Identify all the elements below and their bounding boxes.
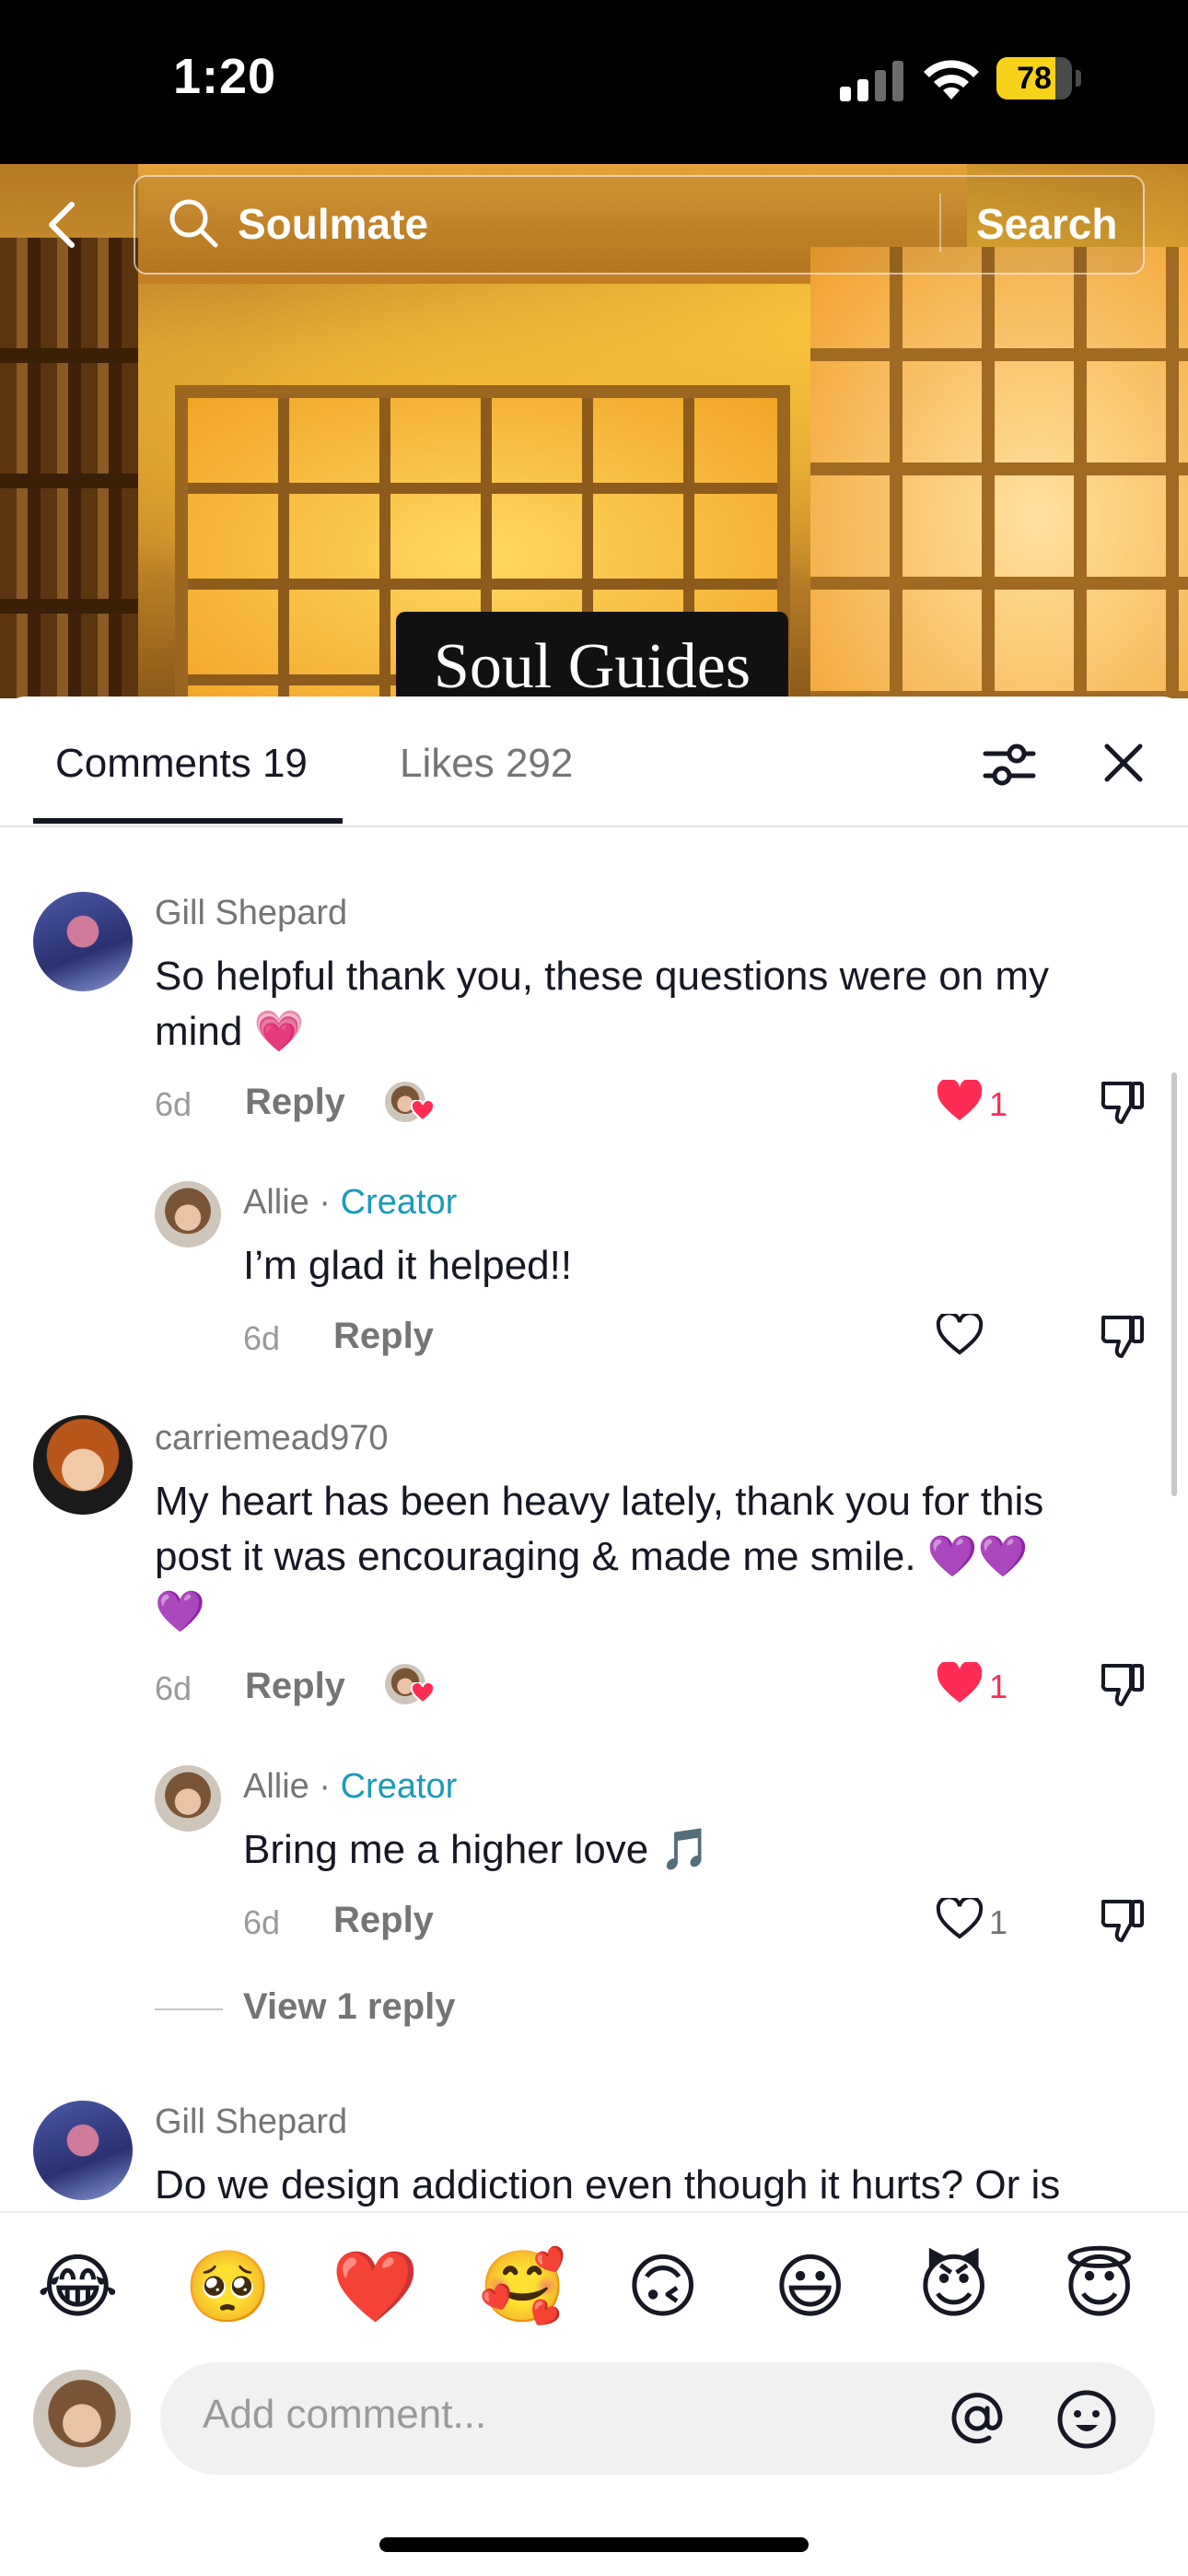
comment-username[interactable]: Allie · Creator: [243, 1183, 457, 1223]
emoji-quick-bar: 😂 🥺 ❤️ 🥰 🙃 😃 😈 😇: [0, 2211, 1188, 2360]
comment-username[interactable]: Gill Shepard: [155, 894, 347, 933]
comment-input-placeholder[interactable]: Add comment...: [203, 2392, 486, 2438]
comment-text: I’m glad it helped!!: [243, 1238, 572, 1294]
status-bar: 1:20 78: [0, 0, 1188, 164]
scrollbar[interactable]: [1171, 1072, 1177, 1496]
wifi-icon: [924, 60, 979, 100]
comment-text: Bring me a higher love 🎵: [243, 1822, 710, 1878]
comment-age: 6d: [155, 1085, 192, 1123]
search-icon: [169, 199, 218, 248]
search-button[interactable]: Search: [976, 199, 1117, 249]
home-indicator[interactable]: [379, 2537, 809, 2552]
comment-text: My heart has been heavy lately, thank yo…: [155, 1474, 1043, 1640]
comment-text-line: I’m glad it helped!!: [243, 1243, 573, 1288]
separator: ·: [319, 1183, 332, 1222]
heart-filled-icon[interactable]: [936, 1080, 984, 1122]
search-divider: [939, 193, 941, 252]
active-tab-indicator: [33, 818, 343, 824]
battery-icon: 78: [996, 57, 1081, 101]
avatar[interactable]: [155, 1765, 221, 1832]
view-replies-line: [155, 2008, 223, 2010]
comment-text-line: 💜: [155, 1589, 205, 1634]
emoji-pleading[interactable]: 🥺: [184, 2246, 272, 2329]
search-query[interactable]: Soulmate: [238, 199, 428, 249]
back-arrow-icon[interactable]: [42, 199, 79, 251]
reply-button[interactable]: Reply: [333, 1900, 434, 1941]
username-text[interactable]: Allie: [243, 1767, 309, 1806]
thumbs-down-icon[interactable]: [1100, 1660, 1146, 1708]
emoji-smiling-hearts[interactable]: 🥰: [479, 2246, 566, 2329]
reply-button[interactable]: Reply: [245, 1666, 345, 1707]
comment-text: So helpful thank you, these questions we…: [155, 949, 1049, 1060]
cellular-signal-icon: [840, 61, 903, 101]
creator-heart-icon: [411, 1100, 435, 1122]
comment-username[interactable]: Allie · Creator: [243, 1767, 457, 1807]
emoji-smiling-devil[interactable]: 😈: [917, 2246, 990, 2329]
emoji-red-heart[interactable]: ❤️: [332, 2246, 419, 2329]
battery-level: 78: [1017, 61, 1052, 96]
emoji-picker-icon[interactable]: [1055, 2388, 1118, 2451]
view-replies-button[interactable]: View 1 reply: [243, 1986, 456, 2028]
emoji-halo[interactable]: 😇: [1063, 2246, 1136, 2329]
heart-outline-icon[interactable]: [936, 1314, 984, 1356]
like-count: 1: [989, 1903, 1008, 1941]
reply-button[interactable]: Reply: [333, 1316, 434, 1357]
filter-sliders-icon[interactable]: [982, 739, 1037, 790]
comment-text-line: Bring me a higher love 🎵: [243, 1827, 711, 1872]
reply-button[interactable]: Reply: [245, 1082, 345, 1123]
avatar[interactable]: [33, 892, 133, 991]
comment-age: 6d: [243, 1319, 281, 1357]
like-count: 1: [989, 1668, 1008, 1705]
heart-filled-icon[interactable]: [936, 1662, 984, 1704]
comment-text-line: mind 💗: [155, 1009, 305, 1054]
username-text[interactable]: Allie: [243, 1183, 309, 1222]
clock: 1:20: [173, 49, 277, 104]
creator-badge: Creator: [340, 1767, 458, 1806]
my-avatar: [33, 2370, 131, 2467]
mention-at-icon[interactable]: [947, 2388, 1007, 2449]
emoji-joy[interactable]: 😂: [37, 2246, 119, 2329]
comment-text-line: My heart has been heavy lately, thank yo…: [155, 1479, 1044, 1524]
comment-text: Do we design addiction even though it hu…: [155, 2158, 1060, 2213]
tab-comments[interactable]: Comments 19: [55, 741, 308, 787]
avatar[interactable]: [33, 2101, 133, 2200]
thumbs-down-icon[interactable]: [1100, 1078, 1146, 1126]
avatar[interactable]: [155, 1181, 221, 1247]
thumbs-down-icon[interactable]: [1100, 1896, 1146, 1944]
emoji-upside-down[interactable]: 🙃: [626, 2246, 699, 2329]
comment-age: 6d: [243, 1903, 281, 1941]
comment-text-line: post it was encouraging & made me smile.…: [155, 1534, 1029, 1579]
avatar[interactable]: [33, 1415, 133, 1515]
comment-text-line: Do we design addiction even though it hu…: [155, 2162, 1061, 2207]
thumbs-down-icon[interactable]: [1100, 1312, 1146, 1360]
emoji-grinning[interactable]: 😃: [774, 2246, 846, 2329]
tab-likes[interactable]: Likes 292: [400, 741, 573, 787]
creator-heart-icon: [411, 1682, 435, 1704]
separator: ·: [319, 1767, 332, 1806]
close-icon[interactable]: [1100, 739, 1147, 787]
heart-outline-icon[interactable]: [936, 1898, 984, 1940]
creator-badge: Creator: [340, 1183, 458, 1222]
bookshelf: [0, 238, 138, 698]
comment-age: 6d: [155, 1669, 192, 1707]
comment-username[interactable]: Gill Shepard: [155, 2102, 347, 2142]
comment-text-line: So helpful thank you, these questions we…: [155, 954, 1050, 999]
like-count: 1: [989, 1085, 1008, 1123]
comment-username[interactable]: carriemead970: [155, 1419, 388, 1458]
tab-bar: Comments 19 Likes 292: [0, 697, 1188, 827]
